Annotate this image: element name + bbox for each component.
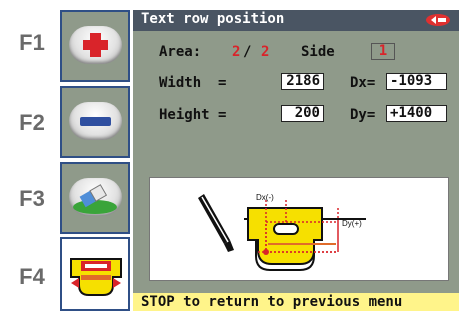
area-label: Area: <box>159 44 202 60</box>
key-blade-icon <box>198 194 234 252</box>
text-slot <box>273 223 299 235</box>
dx-marker-label: Dx(-) <box>256 193 274 202</box>
area-separator: / <box>243 44 252 60</box>
page-title: Text row position <box>141 11 285 27</box>
erase-pill <box>69 178 122 216</box>
height-label: Height = <box>159 107 227 123</box>
width-value[interactable]: 2186 <box>281 73 324 90</box>
area-current: 2 <box>232 44 241 60</box>
minus-pill <box>69 102 122 140</box>
f1-label: F1 <box>19 30 45 55</box>
dy-label: Dy= <box>350 107 376 123</box>
f1-plus-button[interactable] <box>60 10 130 82</box>
status-text: STOP to return to previous menu <box>141 294 403 310</box>
f3-erase-button[interactable] <box>60 162 130 234</box>
area-total: 2 <box>261 44 270 60</box>
width-label: Width = <box>159 75 227 91</box>
minus-icon <box>80 117 111 126</box>
side-label: Side <box>301 44 335 60</box>
f4-position-button[interactable] <box>60 237 130 311</box>
f2-minus-button[interactable] <box>60 86 130 158</box>
key-head-shape <box>247 207 323 265</box>
eraser-icon <box>73 184 117 214</box>
side-value[interactable]: 1 <box>371 43 395 60</box>
dy-marker-label: Dy(+) <box>342 219 362 228</box>
f2-label: F2 <box>19 110 45 135</box>
status-bar: STOP to return to previous menu <box>133 293 459 311</box>
position-diagram: Dx(-) Dy(+) <box>149 177 449 281</box>
key-position-icon <box>70 258 122 296</box>
dx-value[interactable]: -1093 <box>386 73 447 90</box>
brand-logo-icon <box>426 14 450 26</box>
height-value[interactable]: 200 <box>281 105 324 122</box>
plus-icon <box>83 33 108 57</box>
f4-label: F4 <box>19 264 45 289</box>
title-bar: Text row position <box>133 10 459 31</box>
dy-value[interactable]: +1400 <box>386 105 447 122</box>
f3-label: F3 <box>19 186 45 211</box>
dx-label: Dx= <box>350 75 376 91</box>
plus-pill <box>69 26 122 64</box>
diagram-svg: Dx(-) Dy(+) <box>198 193 366 271</box>
main-panel: Text row position Area: 2 / 2 Side 1 Wid… <box>133 10 459 293</box>
